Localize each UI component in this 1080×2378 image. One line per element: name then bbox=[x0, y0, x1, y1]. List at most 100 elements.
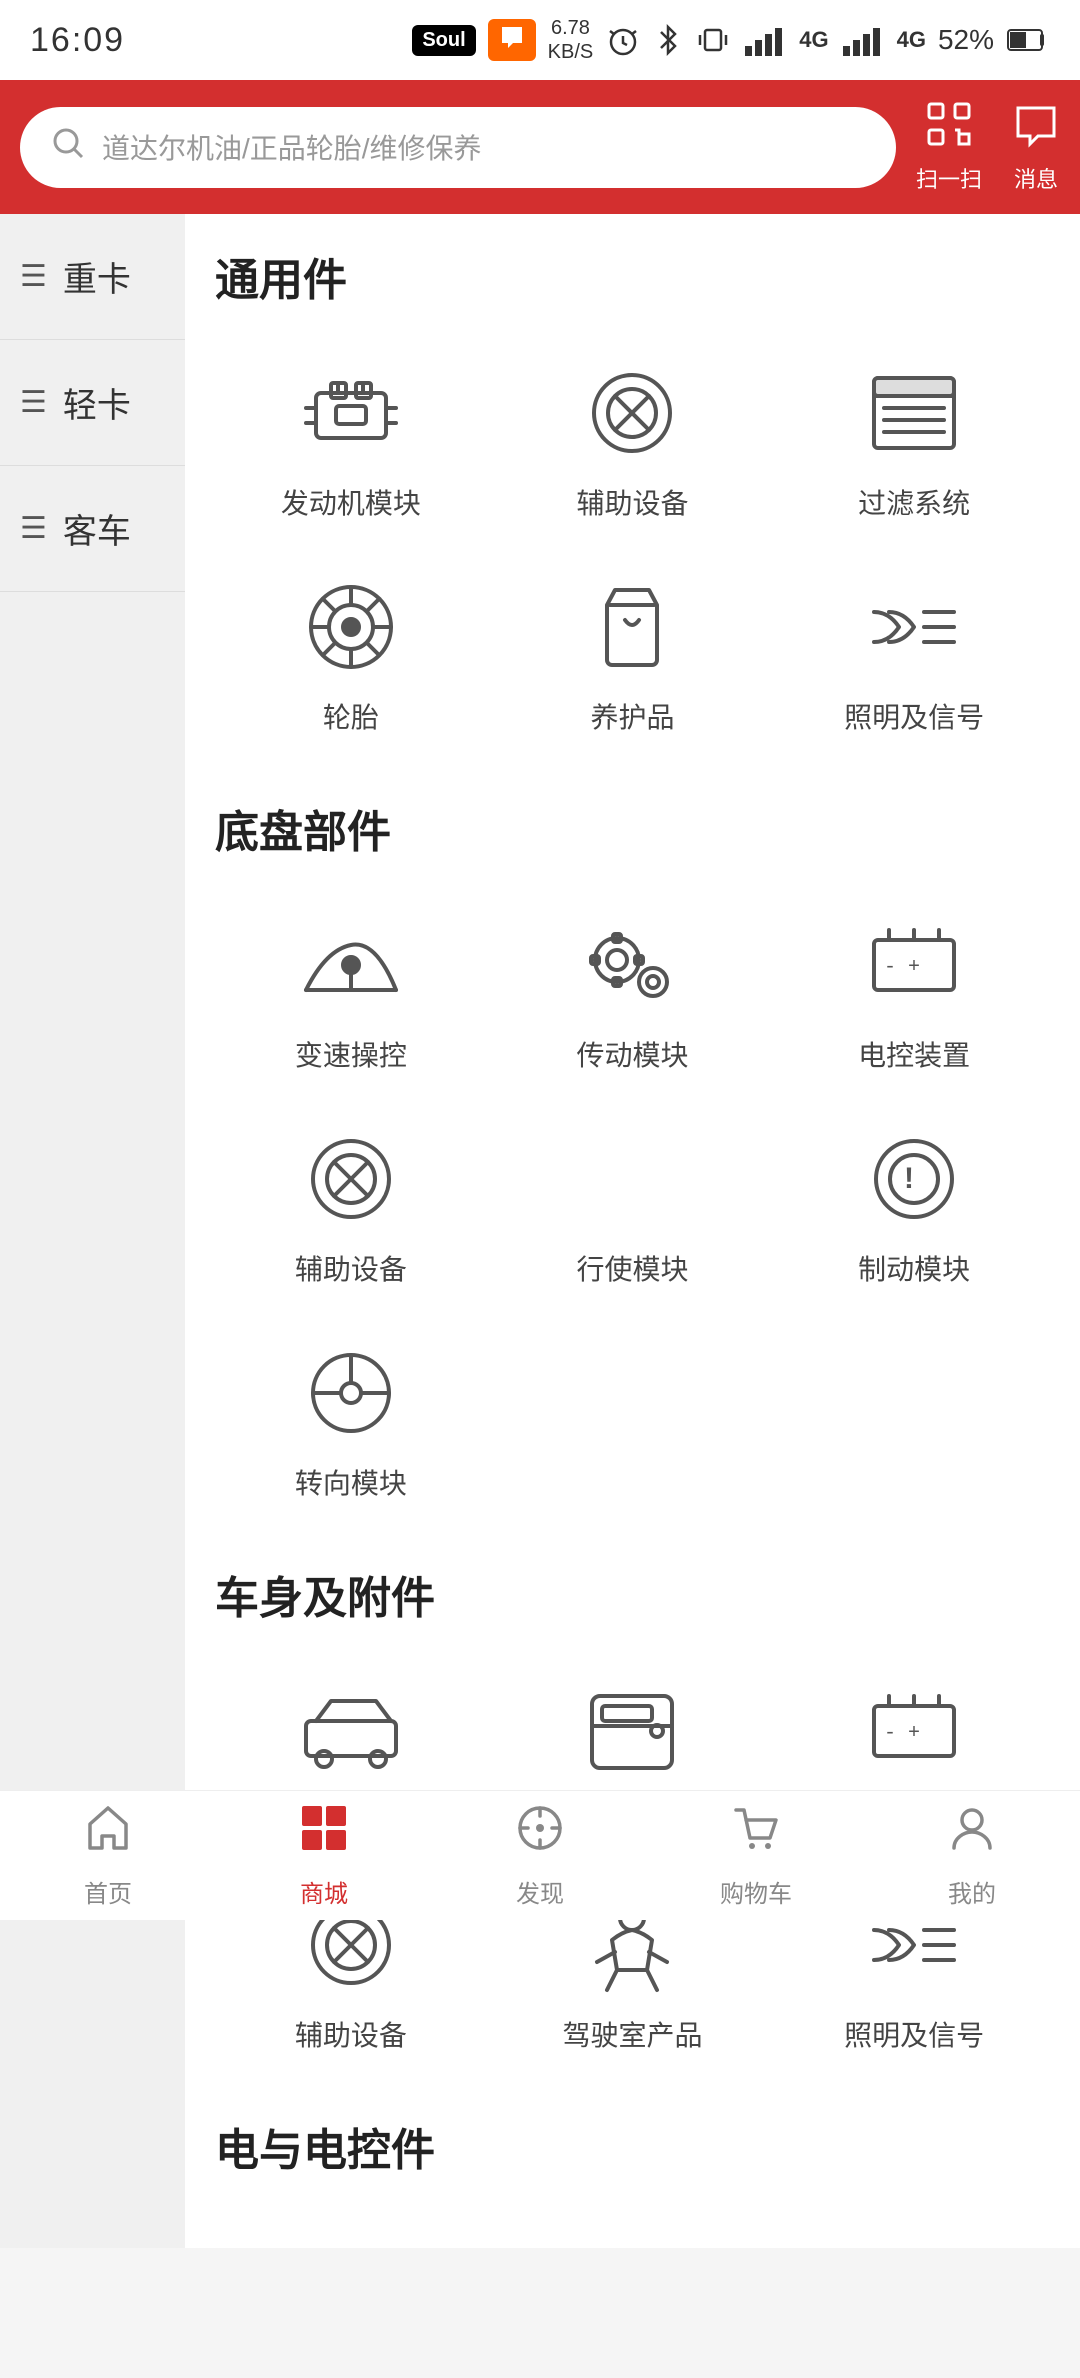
sidebar-item-heavy-truck[interactable]: ☰ 重卡 bbox=[0, 214, 185, 340]
soul-icon: Soul bbox=[412, 25, 475, 56]
search-bar[interactable]: 道达尔机油/正品轮胎/维修保养 bbox=[20, 107, 896, 188]
4g-label-2: 4G bbox=[897, 27, 926, 53]
steering-module-icon bbox=[296, 1338, 406, 1448]
auxiliary-equipment-label: 辅助设备 bbox=[576, 482, 688, 522]
section-title-body: 车身及附件 bbox=[215, 1562, 1050, 1626]
menu-icon-3: ☰ bbox=[20, 511, 47, 546]
category-chassis-auxiliary[interactable]: 辅助设备 bbox=[215, 1104, 487, 1308]
category-maintenance[interactable]: 养护品 bbox=[497, 552, 769, 756]
main-layout: ☰ 重卡 ☰ 轻卡 ☰ 客车 通用件 bbox=[0, 214, 1080, 2248]
profile-icon bbox=[946, 1802, 998, 1866]
cart-icon bbox=[730, 1802, 782, 1866]
chassis-auxiliary-label: 辅助设备 bbox=[295, 1248, 407, 1288]
lighting-label: 照明及信号 bbox=[844, 696, 984, 736]
alarm-icon bbox=[605, 22, 641, 58]
category-steering-module[interactable]: 转向模块 bbox=[215, 1318, 487, 1522]
nav-item-profile[interactable]: 我的 bbox=[864, 1802, 1080, 1909]
cab-product-label: 驾驶室产品 bbox=[562, 2014, 702, 2054]
sidebar-label-light-truck: 轻卡 bbox=[63, 378, 131, 427]
steering-module-label: 转向模块 bbox=[295, 1462, 407, 1502]
electronic-control-label: 电控装置 bbox=[858, 1034, 970, 1074]
section-universal: 通用件 bbox=[215, 244, 1050, 756]
nav-item-home[interactable]: 首页 bbox=[0, 1802, 216, 1909]
sidebar-item-light-truck[interactable]: ☰ 轻卡 bbox=[0, 340, 185, 466]
category-lighting[interactable]: 照明及信号 bbox=[778, 552, 1050, 756]
bottom-nav: 首页 商城 发现 bbox=[0, 1790, 1080, 1920]
search-icon bbox=[50, 125, 86, 170]
signal-icon bbox=[743, 22, 787, 58]
engine-module-label: 发动机模块 bbox=[281, 482, 421, 522]
body-electronic-icon: - + bbox=[859, 1676, 969, 1786]
transmission-control-label: 变速操控 bbox=[295, 1034, 407, 1074]
category-engine-module[interactable]: 发动机模块 bbox=[215, 338, 487, 542]
body-structure-icon bbox=[577, 1676, 687, 1786]
svg-text:- +: - + bbox=[884, 956, 920, 979]
category-auxiliary-equipment[interactable]: 辅助设备 bbox=[497, 338, 769, 542]
header: 道达尔机油/正品轮胎/维修保养 扫一扫 消息 bbox=[0, 80, 1080, 214]
maintenance-icon bbox=[577, 572, 687, 682]
menu-icon-2: ☰ bbox=[20, 385, 47, 420]
status-icons: Soul 6.78KB/S 4G 4G 52% bbox=[412, 16, 1050, 64]
body-auxiliary-label: 辅助设备 bbox=[295, 2014, 407, 2054]
network-speed: 6.78KB/S bbox=[548, 16, 594, 64]
time: 16:09 bbox=[30, 21, 125, 60]
message-button[interactable]: 消息 bbox=[1012, 100, 1060, 194]
drive-module2-icon bbox=[577, 1124, 687, 1234]
discover-icon bbox=[514, 1802, 566, 1866]
section-title-electric: 电与电控件 bbox=[215, 2114, 1050, 2178]
sidebar-label-heavy-truck: 重卡 bbox=[63, 252, 131, 301]
header-actions: 扫一扫 消息 bbox=[916, 100, 1060, 194]
vibrate-icon bbox=[695, 22, 731, 58]
4g-label: 4G bbox=[799, 27, 828, 53]
nav-label-profile: 我的 bbox=[948, 1874, 996, 1909]
orange-app-icon bbox=[488, 19, 536, 61]
category-electronic-control[interactable]: - + 电控装置 bbox=[778, 890, 1050, 1094]
category-tire[interactable]: 轮胎 bbox=[215, 552, 487, 756]
section-title-chassis: 底盘部件 bbox=[215, 796, 1050, 860]
scan-icon bbox=[925, 100, 973, 158]
menu-icon: ☰ bbox=[20, 259, 47, 294]
electronic-control-icon: - + bbox=[859, 910, 969, 1020]
body-cover-icon bbox=[296, 1676, 406, 1786]
nav-item-mall[interactable]: 商城 bbox=[216, 1802, 432, 1909]
tire-icon bbox=[296, 572, 406, 682]
category-grid-chassis: 变速操控 bbox=[215, 890, 1050, 1522]
battery-icon bbox=[1006, 22, 1050, 58]
tire-label: 轮胎 bbox=[323, 696, 379, 736]
nav-item-discover[interactable]: 发现 bbox=[432, 1802, 648, 1909]
scan-button[interactable]: 扫一扫 bbox=[916, 100, 982, 194]
brake-module-icon: ! bbox=[859, 1124, 969, 1234]
nav-item-cart[interactable]: 购物车 bbox=[648, 1802, 864, 1909]
sidebar: ☰ 重卡 ☰ 轻卡 ☰ 客车 bbox=[0, 214, 185, 2248]
content-area: 通用件 bbox=[185, 214, 1080, 2248]
category-filter-system[interactable]: 过滤系统 bbox=[778, 338, 1050, 542]
svg-text:!: ! bbox=[904, 1162, 914, 1195]
svg-text:- +: - + bbox=[884, 1722, 920, 1745]
message-label: 消息 bbox=[1014, 162, 1058, 194]
drive-module-icon bbox=[577, 910, 687, 1020]
lighting-icon bbox=[859, 572, 969, 682]
body-lighting-label: 照明及信号 bbox=[844, 2014, 984, 2054]
brake-module-label: 制动模块 bbox=[858, 1248, 970, 1288]
auxiliary-equipment-icon bbox=[577, 358, 687, 468]
category-drive-module[interactable]: 传动模块 bbox=[497, 890, 769, 1094]
sidebar-item-bus[interactable]: ☰ 客车 bbox=[0, 466, 185, 592]
category-brake-module[interactable]: ! 制动模块 bbox=[778, 1104, 1050, 1308]
bluetooth-icon bbox=[653, 22, 683, 58]
category-transmission-control[interactable]: 变速操控 bbox=[215, 890, 487, 1094]
scan-label: 扫一扫 bbox=[916, 162, 982, 194]
chassis-auxiliary-icon bbox=[296, 1124, 406, 1234]
nav-label-mall: 商城 bbox=[300, 1874, 348, 1909]
nav-label-cart: 购物车 bbox=[720, 1874, 792, 1909]
nav-label-home: 首页 bbox=[84, 1874, 132, 1909]
section-title-universal: 通用件 bbox=[215, 244, 1050, 308]
status-bar: 16:09 Soul 6.78KB/S 4G 4G 52% bbox=[0, 0, 1080, 80]
maintenance-label: 养护品 bbox=[590, 696, 674, 736]
drive-module2-label: 行使模块 bbox=[576, 1248, 688, 1288]
section-electric-partial: 电与电控件 bbox=[215, 2114, 1050, 2218]
signal-icon-2 bbox=[841, 22, 885, 58]
battery-percent: 52% bbox=[938, 24, 994, 56]
section-chassis: 底盘部件 变速操控 bbox=[215, 796, 1050, 1522]
sidebar-label-bus: 客车 bbox=[63, 504, 131, 553]
category-drive-module2[interactable]: 行使模块 bbox=[497, 1104, 769, 1308]
